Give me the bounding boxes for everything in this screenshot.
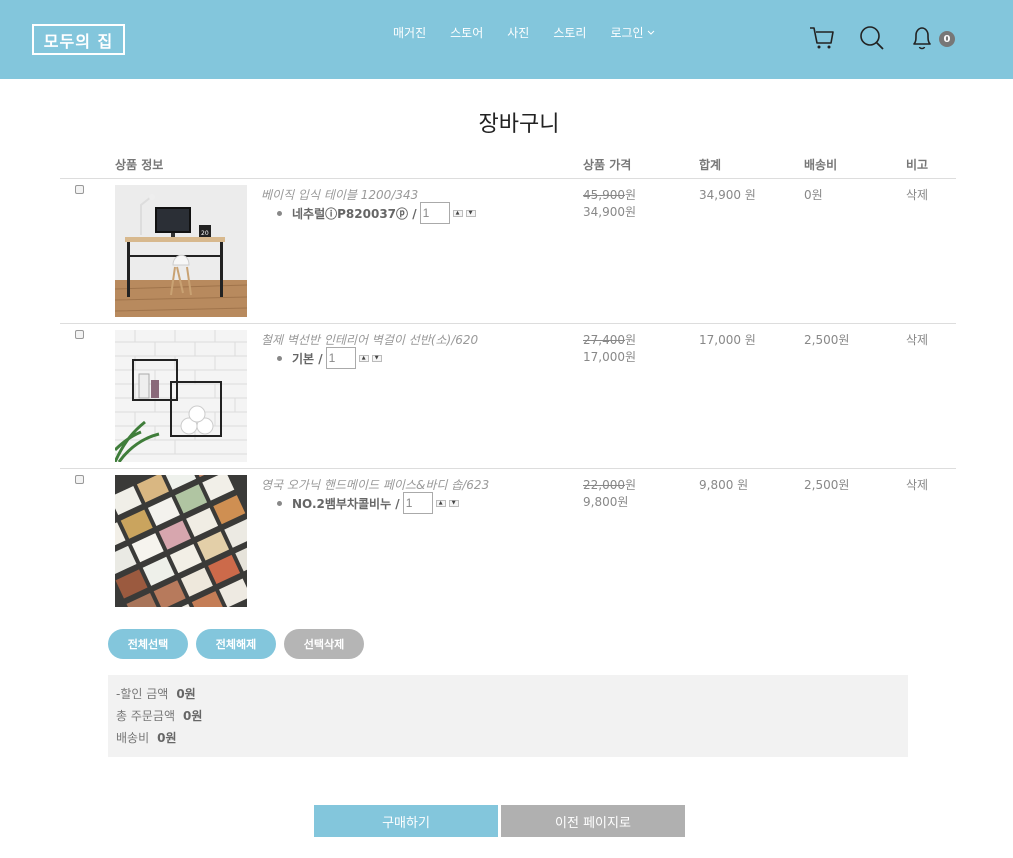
sale-price: 9,800원 [583,495,629,509]
nav-login-label: 로그인 [610,26,644,40]
sale-price: 34,900원 [583,205,637,219]
nav-magazine-label: 매거진 [393,26,427,40]
svg-text:20: 20 [201,230,209,237]
order-total-line: 총 주문금액 0원 [116,707,202,724]
original-price: 22,000원 [583,476,636,493]
original-price-unit: 원 [625,333,637,347]
product-name[interactable]: 철제 벽선반 인테리어 벽걸이 선반(소)/620 [261,331,478,348]
quantity-down-button[interactable]: ▼ [448,499,459,507]
quantity-input[interactable] [325,347,356,369]
option-label: NO.2뱀부차콜비누 / [292,496,400,511]
sale-price: 17,000원 [583,350,637,364]
row-shipping: 2,500원 [804,333,850,347]
bullet [277,210,282,216]
nav-magazine[interactable]: 매거진 [393,24,426,41]
original-price-value: 22,000 [583,478,625,492]
row-total: 9,800 원 [699,478,749,492]
quantity-down-button[interactable]: ▼ [371,354,382,362]
nav-store-label: 스토어 [450,26,484,40]
cart-row: 영국 오가닉 핸드메이드 페이스&바디 솝/623 NO.2뱀부차콜비누 / ▲… [0,469,1013,614]
col-header-total: 합계 [699,158,722,172]
bell-icon[interactable] [909,25,935,51]
cart-row: 20 베이직 입식 테이블 1200/343 네추럴ⓘP820037ⓟ / ▲ … [0,179,1013,324]
product-option: 네추럴ⓘP820037ⓟ / ▲ ▼ [277,202,476,224]
product-name[interactable]: 베이직 입식 테이블 1200/343 [261,186,418,203]
quantity-down-button[interactable]: ▼ [465,209,476,217]
original-price-value: 45,900 [583,188,625,202]
delete-selected-button[interactable]: 선택삭제 [284,629,364,659]
delete-link[interactable]: 삭제 [906,331,928,348]
quantity-input[interactable] [402,492,433,514]
notification-badge: 0 [939,31,955,47]
discount-line: -할인 금액 0원 [116,685,196,702]
shipping-label: 배송비 [116,731,150,745]
select-all-button[interactable]: 전체선택 [108,629,188,659]
quantity-input[interactable] [419,202,450,224]
order-summary: -할인 금액 0원 총 주문금액 0원 배송비 0원 [108,675,908,757]
delete-link[interactable]: 삭제 [906,186,928,203]
col-header-shipping: 배송비 [804,158,838,172]
row-shipping: 2,500원 [804,478,850,492]
product-image-shelf[interactable] [115,330,247,462]
quantity-up-button[interactable]: ▲ [435,499,446,507]
col-header-info: 상품 정보 [115,158,164,172]
original-price-unit: 원 [625,478,637,492]
option-label: 네추럴ⓘP820037ⓟ / [292,206,417,221]
product-image-soap[interactable] [115,475,247,607]
back-button[interactable]: 이전 페이지로 [501,805,685,837]
nav-photo[interactable]: 사진 [507,24,529,41]
order-total-label: 총 주문금액 [116,709,176,723]
cart-icon[interactable] [809,25,835,51]
quantity-up-button[interactable]: ▲ [358,354,369,362]
product-option: NO.2뱀부차콜비누 / ▲ ▼ [277,492,459,514]
option-label: 기본 / [292,351,323,366]
nav-story-label: 스토리 [553,26,587,40]
row-shipping: 0원 [804,188,823,202]
page-title: 장바구니 [478,112,560,137]
original-price: 45,900원 [583,186,636,203]
search-icon[interactable] [859,25,885,51]
nav-photo-label: 사진 [507,26,530,40]
site-logo[interactable]: 모두의 집 [32,24,125,55]
shipping-line: 배송비 0원 [116,729,177,746]
product-option: 기본 / ▲ ▼ [277,347,382,369]
row-total: 34,900 원 [699,188,756,202]
row-checkbox[interactable] [75,185,84,194]
chevron-down-icon [647,30,654,35]
cart-row: 철제 벽선반 인테리어 벽걸이 선반(소)/620 기본 / ▲ ▼ 27,40… [0,324,1013,469]
nav-login[interactable]: 로그인 [610,24,654,41]
bullet [277,355,282,361]
original-price: 27,400원 [583,331,636,348]
quantity-up-button[interactable]: ▲ [452,209,463,217]
row-checkbox[interactable] [75,475,84,484]
discount-label: -할인 금액 [116,687,169,701]
shipping-value: 0원 [157,731,177,745]
product-image-desk[interactable]: 20 [115,185,247,317]
row-total: 17,000 원 [699,333,756,347]
row-checkbox[interactable] [75,330,84,339]
top-header: 모두의 집 매거진 스토어 사진 스토리 로그인 0 [0,0,1013,79]
order-total-value: 0원 [183,709,203,723]
nav-story[interactable]: 스토리 [553,24,586,41]
buy-button[interactable]: 구매하기 [314,805,498,837]
original-price-unit: 원 [625,188,637,202]
product-name[interactable]: 영국 오가닉 핸드메이드 페이스&바디 솝/623 [261,476,489,493]
bullet [277,500,282,506]
discount-value: 0원 [176,687,196,701]
nav-store[interactable]: 스토어 [450,24,483,41]
main-nav: 매거진 스토어 사진 스토리 로그인 [393,24,679,41]
col-header-price: 상품 가격 [583,158,632,172]
deselect-all-button[interactable]: 전체해제 [196,629,276,659]
delete-link[interactable]: 삭제 [906,476,928,493]
col-header-note: 비고 [906,158,929,172]
original-price-value: 27,400 [583,333,625,347]
